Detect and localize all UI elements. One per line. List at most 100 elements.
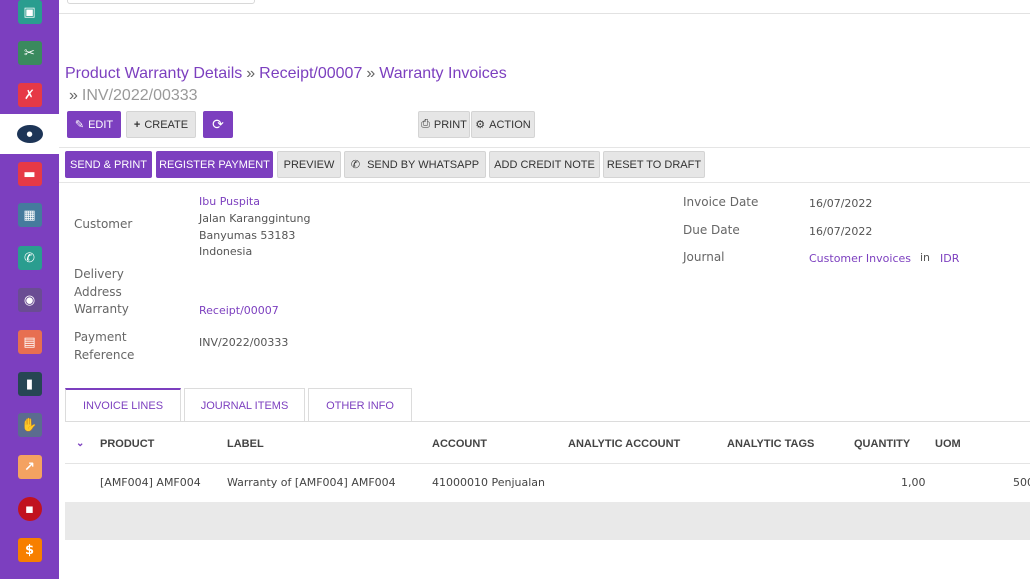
customer-name-link[interactable]: Ibu Puspita	[199, 194, 260, 210]
cell-label[interactable]: Warranty of [AMF004] AMF004	[227, 476, 396, 489]
print-button[interactable]: ⎙ PRINT	[418, 111, 470, 138]
warranty-label: Warranty	[74, 302, 129, 316]
column-header-quantity[interactable]: QUANTITY	[854, 438, 910, 450]
column-header-label[interactable]: LABEL	[227, 438, 264, 450]
add-line-row[interactable]	[65, 502, 1030, 540]
inventory-icon: ▦	[17, 203, 42, 227]
journal-link[interactable]: Customer Invoices	[809, 251, 911, 267]
due-date-value[interactable]: 16/07/2022	[809, 224, 872, 240]
column-header-product[interactable]: PRODUCT	[100, 438, 154, 450]
add-credit-note-button[interactable]: ADD CREDIT NOTE	[489, 151, 600, 178]
sidebar-app-invoicing[interactable]: $	[0, 530, 59, 570]
breadcrumb-separator: »	[366, 65, 376, 82]
invoice-icon: $	[17, 538, 42, 562]
column-header-account[interactable]: ACCOUNT	[432, 438, 487, 450]
send-whatsapp-label: SEND BY WHATSAPP	[367, 158, 480, 171]
sidebar-app-tools[interactable]: ✂	[0, 33, 59, 73]
refresh-icon: ⟳	[212, 116, 224, 132]
preview-button[interactable]: PREVIEW	[277, 151, 341, 178]
search-input[interactable]	[67, 0, 255, 4]
action-button[interactable]: ⚙ ACTION	[471, 111, 535, 138]
sidebar-app-whatsapp[interactable]: ✆	[0, 238, 59, 278]
sidebar-app-sports[interactable]: ✗	[0, 75, 59, 115]
camera-icon: ◉	[17, 288, 42, 312]
refresh-button[interactable]: ⟳	[203, 111, 233, 138]
reset-to-draft-label: RESET TO DRAFT	[606, 158, 702, 171]
gear-icon: ⚙	[475, 119, 486, 131]
edit-button[interactable]: ✎ EDIT	[67, 111, 121, 138]
chart-icon: ↗	[17, 455, 42, 479]
notes-icon: ▪	[17, 497, 42, 521]
breadcrumb: Product Warranty Details» Receipt/00007» W…	[65, 63, 507, 85]
send-whatsapp-button[interactable]: ✆ SEND BY WHATSAPP	[344, 151, 486, 178]
sidebar-app-inventory[interactable]: ▦	[0, 195, 59, 235]
pencil-icon: ✎	[74, 119, 85, 131]
sidebar-app-camera[interactable]: ◉	[0, 280, 59, 320]
edit-label: EDIT	[88, 118, 114, 131]
customer-address-line3: Indonesia	[199, 245, 253, 258]
breadcrumb-separator: »	[246, 65, 256, 82]
printer-icon: ⎙	[421, 118, 430, 130]
send-print-label: SEND & PRINT	[69, 158, 147, 171]
cell-account[interactable]: 41000010 Penjualan	[432, 476, 545, 489]
dashboard-icon: ▣	[17, 0, 42, 24]
action-label: ACTION	[489, 118, 531, 131]
breadcrumb-item-warranty-invoices[interactable]: Warranty Invoices	[379, 65, 506, 82]
top-bar	[59, 0, 1030, 14]
journal-label: Journal	[683, 250, 725, 264]
delivery-address-label-2: Address	[74, 285, 122, 299]
print-label: PRINT	[433, 118, 467, 131]
whatsapp-icon: ✆	[17, 246, 42, 270]
tools-icon: ✂	[17, 41, 42, 65]
sort-chevron-icon[interactable]: ⌄	[76, 438, 84, 449]
reset-to-draft-button[interactable]: RESET TO DRAFT	[603, 151, 705, 178]
warranty-link[interactable]: Receipt/00007	[199, 303, 279, 319]
app-sidebar: ▣ ✂ ✗ ● ▬ ▦ ✆ ◉ ▤ ▮ ✋ ↗ ▪ $	[0, 0, 59, 579]
breadcrumb-item-product-warranty[interactable]: Product Warranty Details	[65, 65, 242, 82]
invoice-date-value[interactable]: 16/07/2022	[809, 196, 872, 212]
page-title: INV/2022/00333	[81, 87, 198, 104]
breadcrumb-separator: »	[69, 87, 78, 104]
payment-reference-label-2: Reference	[74, 348, 135, 362]
brand-logo-icon: ●	[16, 125, 43, 143]
tab-journal-items[interactable]: JOURNAL ITEMS	[184, 388, 305, 422]
sidebar-app-dashboard[interactable]: ▣	[0, 0, 59, 32]
sidebar-app-document[interactable]: ▮	[0, 364, 59, 404]
tab-invoice-lines[interactable]: INVOICE LINES	[65, 388, 181, 422]
create-label: CREATE	[144, 118, 189, 131]
folder-icon: ▬	[17, 162, 42, 186]
send-print-button[interactable]: SEND & PRINT	[65, 151, 152, 178]
sidebar-app-reports[interactable]: ↗	[0, 447, 59, 487]
breadcrumb-current: » INV/2022/00333	[69, 85, 198, 107]
sidebar-app-warranty[interactable]: ●	[0, 114, 59, 154]
sidebar-app-notes[interactable]: ▪	[0, 489, 59, 529]
whatsapp-icon: ✆	[350, 159, 361, 171]
customer-address-line2: Banyumas 53183	[199, 229, 296, 242]
sidebar-app-messages[interactable]: ▤	[0, 322, 59, 362]
add-credit-note-label: ADD CREDIT NOTE	[494, 158, 595, 171]
column-header-uom[interactable]: UOM	[935, 438, 961, 450]
register-payment-button[interactable]: REGISTER PAYMENT	[156, 151, 273, 178]
customer-label: Customer	[74, 217, 133, 231]
runner-icon: ✗	[17, 83, 42, 107]
column-header-analytic-account[interactable]: ANALYTIC ACCOUNT	[568, 438, 680, 450]
create-button[interactable]: + CREATE	[126, 111, 196, 138]
payment-reference-label: Payment	[74, 330, 127, 344]
tab-divider	[65, 421, 1030, 422]
tab-other-info[interactable]: OTHER INFO	[308, 388, 412, 422]
sidebar-app-crm[interactable]: ✋	[0, 405, 59, 445]
sidebar-app-documents[interactable]: ▬	[0, 154, 59, 194]
delivery-address-label: Delivery	[74, 267, 124, 281]
cell-product[interactable]: [AMF004] AMF004	[100, 476, 201, 489]
table-row[interactable]	[65, 463, 1030, 502]
journal-in-text: in	[920, 251, 931, 264]
column-header-analytic-tags[interactable]: ANALYTIC TAGS	[727, 438, 814, 450]
main-content: Product Warranty Details» Receipt/00007» W…	[59, 0, 1030, 579]
document-icon: ▮	[17, 372, 42, 396]
breadcrumb-item-receipt[interactable]: Receipt/00007	[259, 65, 362, 82]
cell-price[interactable]: 500	[1013, 476, 1030, 489]
currency-link[interactable]: IDR	[940, 251, 959, 267]
invoice-date-label: Invoice Date	[683, 195, 759, 209]
cell-quantity[interactable]: 1,00	[901, 476, 926, 489]
handshake-icon: ✋	[17, 413, 42, 437]
